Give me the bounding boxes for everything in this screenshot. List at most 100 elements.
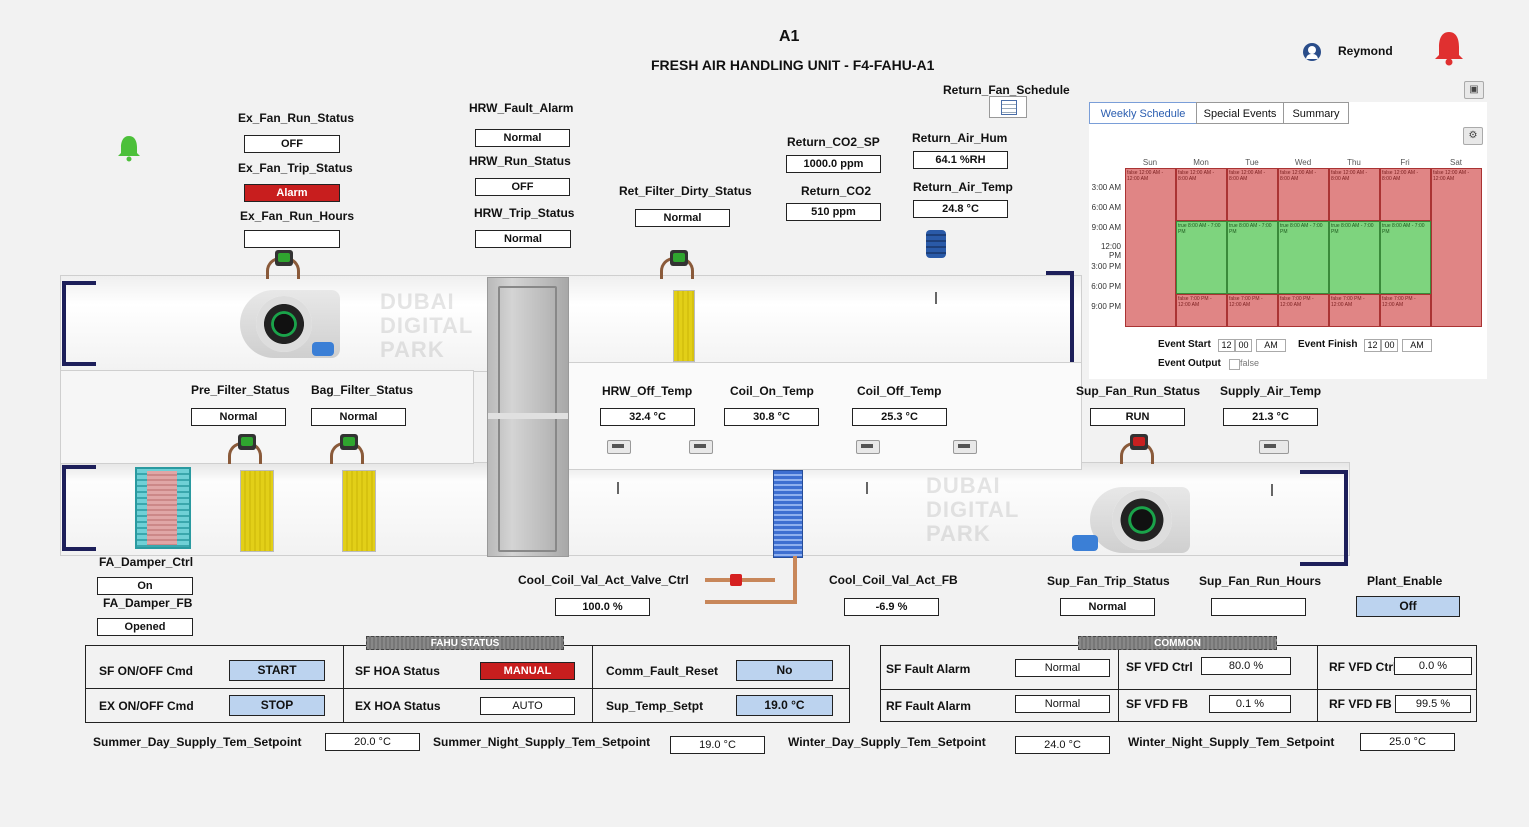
hrw-off-temp-sensor-icon[interactable] <box>607 440 631 454</box>
ret-filter-dp-switch-icon[interactable] <box>670 250 688 266</box>
gear-icon[interactable]: ⚙ <box>1463 127 1483 145</box>
tab-special-events[interactable]: Special Events <box>1196 102 1284 124</box>
winter-day-setpoint-value[interactable]: 24.0 °C <box>1015 736 1110 754</box>
sup-fan-dp-switch-icon[interactable] <box>1130 434 1148 450</box>
watermark-lower: DUBAI DIGITAL PARK <box>926 474 1019 546</box>
calendar-icon[interactable] <box>989 96 1027 118</box>
return-air-temp-label: Return_Air_Temp <box>913 180 1013 194</box>
day-label-mon: Mon <box>1193 158 1209 167</box>
schedule-block-fri-mid[interactable]: true 8:00 AM - 7:00 PM <box>1380 221 1431 294</box>
schedule-block-wed-mid[interactable]: true 8:00 AM - 7:00 PM <box>1278 221 1329 294</box>
schedule-block-wed-late[interactable]: false 7:00 PM - 12:00 AM <box>1278 294 1329 327</box>
schedule-block-thu-late[interactable]: false 7:00 PM - 12:00 AM <box>1329 294 1380 327</box>
summer-night-setpoint-value[interactable]: 19.0 °C <box>670 736 765 754</box>
ex-hoa-label: EX HOA Status <box>355 699 441 713</box>
sf-start-button[interactable]: START <box>229 660 325 681</box>
save-icon[interactable]: ▣ <box>1464 81 1484 99</box>
rf-fault-alarm-label: RF Fault Alarm <box>886 699 971 713</box>
tab-weekly-schedule[interactable]: Weekly Schedule <box>1089 102 1197 124</box>
status-bell-icon[interactable] <box>116 134 142 162</box>
pre-filter-dp-switch-icon[interactable] <box>238 434 256 450</box>
sup-temp-setpt-input[interactable]: 19.0 °C <box>736 695 833 716</box>
exhaust-fan-motor-icon <box>312 342 334 356</box>
return-air-hum-sensor-icon[interactable] <box>926 230 946 258</box>
coil-off-temp-sensor-icon[interactable] <box>856 440 880 454</box>
rf-vfd-ctrl-value[interactable]: 0.0 % <box>1394 657 1472 675</box>
event-finish-label: Event Finish <box>1298 339 1358 350</box>
rf-vfd-fb-label: RF VFD FB <box>1329 697 1392 711</box>
return-fan-schedule-label: Return_Fan_Schedule <box>943 83 1070 97</box>
schedule-block-sun[interactable]: false 12:00 AM - 12:00 AM <box>1125 168 1176 327</box>
ret-filter-dirty-status-label: Ret_Filter_Dirty_Status <box>619 184 752 198</box>
fa-damper-ctrl-value[interactable]: On <box>97 577 193 595</box>
schedule-block-mon-late[interactable]: false 7:00 PM - 12:00 AM <box>1176 294 1227 327</box>
ex-fan-dp-switch-icon[interactable] <box>275 250 293 266</box>
summer-day-setpoint-label: Summer_Day_Supply_Tem_Setpoint <box>93 735 302 749</box>
event-start-ampm[interactable]: AM <box>1256 339 1286 352</box>
fahu-divider-v1 <box>343 645 344 723</box>
event-finish-hour[interactable]: 12 <box>1364 339 1381 352</box>
pre-filter-status-value: Normal <box>191 408 286 426</box>
common-title: COMMON <box>1078 636 1277 650</box>
sf-hoa-value: MANUAL <box>480 662 575 680</box>
schedule-block-fri-late[interactable]: false 7:00 PM - 12:00 AM <box>1380 294 1431 327</box>
return-co2-sp-value[interactable]: 1000.0 ppm <box>786 155 881 173</box>
supply-duct-outlet-frame <box>1300 470 1348 566</box>
plant-enable-button[interactable]: Off <box>1356 596 1460 617</box>
watermark-word: DIGITAL <box>380 313 474 338</box>
page-subtitle: FRESH AIR HANDLING UNIT - F4-FAHU-A1 <box>651 57 935 73</box>
sf-vfd-fb-label: SF VFD FB <box>1126 697 1188 711</box>
coil-off-temp-sensor2-icon[interactable] <box>953 440 977 454</box>
event-output-label: Event Output <box>1158 358 1221 369</box>
alarm-bell-icon[interactable] <box>1432 30 1466 66</box>
cool-coil-val-act-valve-ctrl-value[interactable]: 100.0 % <box>555 598 650 616</box>
event-output-checkbox[interactable] <box>1229 359 1240 370</box>
sup-fan-run-hours-value <box>1211 598 1306 616</box>
schedule-block-mon-early[interactable]: false 12:00 AM - 8:00 AM <box>1176 168 1227 221</box>
watermark-word: PARK <box>926 521 991 546</box>
schedule-block-tue-late[interactable]: false 7:00 PM - 12:00 AM <box>1227 294 1278 327</box>
bag-filter-dp-switch-icon[interactable] <box>340 434 358 450</box>
schedule-block-mon-mid[interactable]: true 8:00 AM - 7:00 PM <box>1176 221 1227 294</box>
schedule-block-wed-early[interactable]: false 12:00 AM - 8:00 AM <box>1278 168 1329 221</box>
event-start-hour[interactable]: 12 <box>1218 339 1235 352</box>
supply-air-temp-label: Supply_Air_Temp <box>1220 384 1322 398</box>
user-icon[interactable] <box>1303 43 1321 61</box>
watermark-word: PARK <box>380 337 445 362</box>
summer-day-setpoint-value[interactable]: 20.0 °C <box>325 733 420 751</box>
supply-air-temp-sensor-icon[interactable] <box>1259 440 1289 454</box>
schedule-block-thu-early[interactable]: false 12:00 AM - 8:00 AM <box>1329 168 1380 221</box>
sf-vfd-ctrl-value[interactable]: 80.0 % <box>1201 657 1291 675</box>
watermark-word: DUBAI <box>380 289 455 314</box>
hrw-trip-status-label: HRW_Trip_Status <box>474 206 575 220</box>
watermark-upper: DUBAI DIGITAL PARK <box>380 290 473 362</box>
hrw-off-temp-probe <box>617 482 619 494</box>
fahu-divider-h <box>85 688 850 689</box>
fahu-status-title: FAHU STATUS <box>366 636 564 650</box>
rf-fault-alarm-value: Normal <box>1015 695 1110 713</box>
comm-fault-reset-button[interactable]: No <box>736 660 833 681</box>
ex-onoff-label: EX ON/OFF Cmd <box>99 699 194 713</box>
ex-stop-button[interactable]: STOP <box>229 695 325 716</box>
coil-on-temp-sensor-icon[interactable] <box>689 440 713 454</box>
ret-filter-dirty-status-value: Normal <box>635 209 730 227</box>
schedule-block-tue-early[interactable]: false 12:00 AM - 8:00 AM <box>1227 168 1278 221</box>
event-start-min[interactable]: 00 <box>1235 339 1252 352</box>
bag-filter-status-value: Normal <box>311 408 406 426</box>
coil-off-temp-probe <box>866 482 868 494</box>
schedule-block-fri-early[interactable]: false 12:00 AM - 8:00 AM <box>1380 168 1431 221</box>
schedule-block-tue-mid[interactable]: true 8:00 AM - 7:00 PM <box>1227 221 1278 294</box>
supply-air-temp-probe <box>1271 484 1273 496</box>
sf-onoff-label: SF ON/OFF Cmd <box>99 664 193 678</box>
schedule-block-thu-mid[interactable]: true 8:00 AM - 7:00 PM <box>1329 221 1380 294</box>
schedule-block-sat[interactable]: false 12:00 AM - 12:00 AM <box>1431 168 1482 327</box>
event-finish-ampm[interactable]: AM <box>1402 339 1432 352</box>
sf-vfd-ctrl-label: SF VFD Ctrl <box>1126 660 1193 674</box>
supply-air-temp-value: 21.3 °C <box>1223 408 1318 426</box>
user-name[interactable]: Reymond <box>1338 44 1393 58</box>
event-finish-min[interactable]: 00 <box>1381 339 1398 352</box>
supply-duct-inlet-frame <box>62 465 96 551</box>
return-air-hum-label: Return_Air_Hum <box>912 131 1008 145</box>
tab-summary[interactable]: Summary <box>1283 102 1349 124</box>
winter-night-setpoint-value[interactable]: 25.0 °C <box>1360 733 1455 751</box>
